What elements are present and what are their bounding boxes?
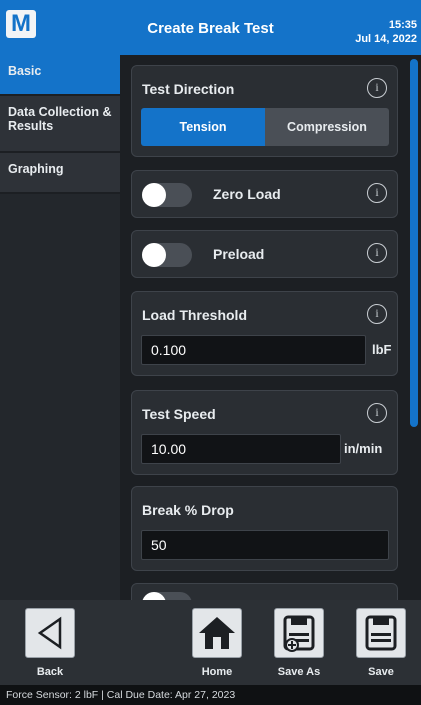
clock-date: Jul 14, 2022 (355, 33, 417, 45)
load-threshold-unit: lbF (372, 342, 392, 357)
status-text: Force Sensor: 2 lbF | Cal Due Date: Apr … (6, 689, 236, 701)
back-button[interactable] (25, 608, 75, 658)
clock: 15:35 Jul 14, 2022 (355, 18, 417, 46)
save-icon (365, 615, 397, 651)
break-drop-card: Break % Drop 50 (131, 486, 398, 571)
test-speed-card: Test Speed i 10.00 in/min (131, 390, 398, 475)
save-as-button[interactable] (274, 608, 324, 658)
back-label: Back (36, 666, 64, 678)
load-threshold-input[interactable]: 0.100 (141, 335, 366, 365)
preload-label: Preload (213, 246, 265, 262)
test-speed-unit: in/min (344, 441, 383, 456)
test-direction-card: Test Direction i Tension Compression (131, 65, 398, 157)
sidebar-item-graphing[interactable]: Graphing (0, 153, 120, 194)
sidebar-item-data-collection[interactable]: Data Collection & Results (0, 96, 120, 153)
sidebar-item-label: Graphing (8, 162, 64, 176)
test-direction-label: Test Direction (142, 81, 235, 97)
info-icon[interactable]: i (367, 243, 387, 263)
toggle-knob (142, 243, 166, 267)
save-button[interactable] (356, 608, 406, 658)
test-speed-label: Test Speed (142, 406, 216, 422)
info-icon[interactable]: i (367, 304, 387, 324)
save-as-icon (283, 615, 315, 652)
test-speed-input[interactable]: 10.00 (141, 434, 341, 464)
home-icon (199, 617, 235, 649)
settings-panel: Test Direction i Tension Compression Zer… (120, 55, 421, 600)
load-threshold-card: Load Threshold i 0.100 lbF (131, 291, 398, 376)
zero-load-toggle[interactable] (142, 183, 192, 207)
save-as-label: Save As (277, 666, 321, 678)
home-label: Home (201, 666, 233, 678)
tension-option[interactable]: Tension (141, 108, 265, 146)
info-icon[interactable]: i (367, 78, 387, 98)
break-drop-input[interactable]: 50 (141, 530, 389, 560)
sidebar-item-label: Basic (8, 64, 42, 78)
app-header: M Create Break Test 15:35 Jul 14, 2022 (0, 0, 421, 55)
toggle-knob (142, 183, 166, 207)
sidebar-item-basic[interactable]: Basic (0, 55, 120, 96)
home-button[interactable] (192, 608, 242, 658)
next-setting-card (131, 583, 398, 600)
toggle[interactable] (142, 592, 192, 600)
test-direction-segmented-control: Tension Compression (141, 108, 389, 146)
sidebar-item-label: Data Collection & Results (8, 105, 112, 133)
back-arrow-icon (37, 616, 62, 650)
bottom-toolbar: Back Home Save As Save (0, 600, 421, 685)
compression-option[interactable]: Compression (265, 108, 389, 146)
toggle-knob (142, 592, 166, 600)
save-label: Save (368, 666, 394, 678)
load-threshold-label: Load Threshold (142, 307, 247, 323)
info-icon[interactable]: i (367, 403, 387, 423)
scrollbar[interactable] (410, 59, 418, 427)
clock-time: 15:35 (388, 19, 417, 31)
preload-card: Preload i (131, 230, 398, 278)
break-drop-label: Break % Drop (142, 502, 234, 518)
info-icon[interactable]: i (367, 183, 387, 203)
status-bar: Force Sensor: 2 lbF | Cal Due Date: Apr … (0, 685, 421, 705)
zero-load-card: Zero Load i (131, 170, 398, 218)
zero-load-label: Zero Load (213, 186, 281, 202)
sidebar: Basic Data Collection & Results Graphing (0, 55, 120, 600)
preload-toggle[interactable] (142, 243, 192, 267)
